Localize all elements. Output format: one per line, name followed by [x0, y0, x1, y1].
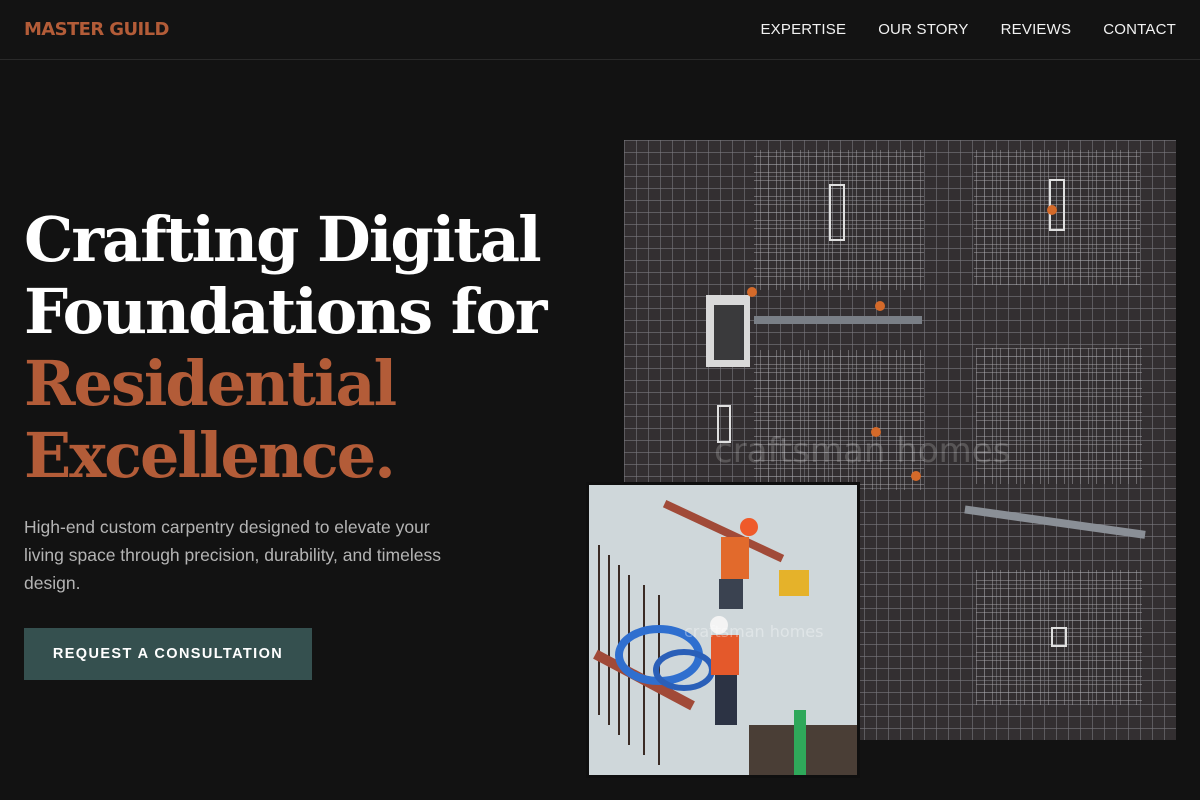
main-nav: EXPERTISE OUR STORY REVIEWS CONTACT [760, 21, 1176, 38]
hero-subtext: High-end custom carpentry designed to el… [24, 517, 441, 593]
nav-link-expertise[interactable]: EXPERTISE [760, 21, 846, 38]
headline-line: Crafting Digital [24, 203, 542, 276]
main-image-watermark: craftsman homes [714, 431, 1010, 471]
secondary-image-watermark: craftsman homes [684, 622, 823, 641]
construction-workers-image: craftsman homes [586, 482, 860, 778]
headline-accent-line: Residential [24, 347, 397, 420]
request-consultation-button[interactable]: REQUEST A CONSULTATION [24, 628, 312, 680]
headline-line: Foundations for [24, 275, 547, 348]
headline-accent-line: Excellence. [24, 419, 396, 492]
nav-link-our-story[interactable]: OUR STORY [878, 21, 968, 38]
brand-logo[interactable]: MASTER GUILD [24, 19, 169, 40]
hero-headline: Crafting Digital Foundations for Residen… [24, 204, 584, 492]
nav-link-reviews[interactable]: REVIEWS [1001, 21, 1072, 38]
nav-link-contact[interactable]: CONTACT [1103, 21, 1176, 38]
site-header: MASTER GUILD EXPERTISE OUR STORY REVIEWS… [0, 0, 1200, 60]
